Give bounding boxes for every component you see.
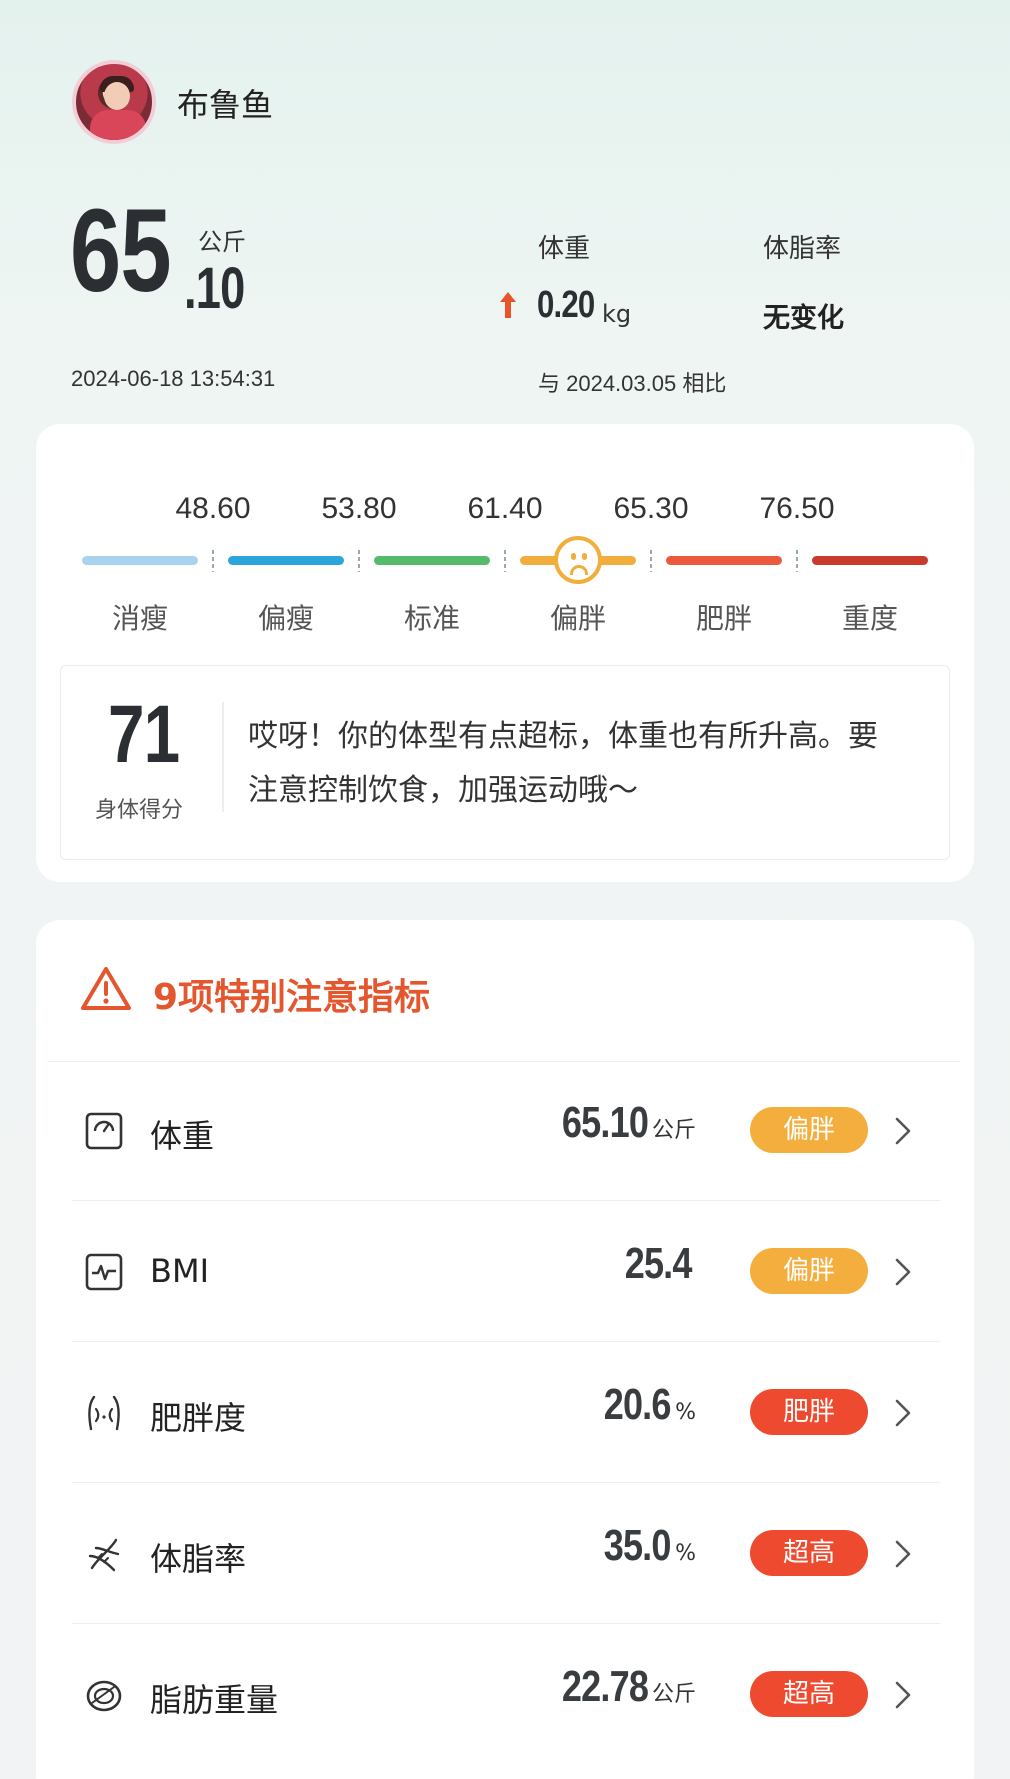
username: 布鲁鱼 <box>177 86 274 124</box>
sad-face-icon <box>554 536 602 584</box>
status-badge: 偏胖 <box>750 1107 868 1153</box>
compare-date: 与 2024.03.05 相比 <box>538 371 727 396</box>
scale-bar-obese <box>666 556 782 565</box>
weight-change-unit: kg <box>602 300 632 328</box>
scale-bar-lean <box>228 556 344 565</box>
avatar[interactable] <box>72 60 156 144</box>
body-score-value: 71 <box>108 689 180 780</box>
category-label: 消瘦 <box>111 602 168 635</box>
scale-divider <box>358 550 360 572</box>
category-label: 偏胖 <box>549 602 606 635</box>
indicator-value: 35.0 <box>604 1521 672 1570</box>
scale-icon <box>85 1112 123 1150</box>
warning-icon <box>81 967 131 1010</box>
indicator-row-bmi[interactable]: BMI 25.4 偏胖 <box>72 1202 940 1342</box>
measure-timestamp: 2024-06-18 13:54:31 <box>71 366 276 391</box>
indicator-value: 22.78 <box>561 1662 649 1711</box>
threshold-label: 65.30 <box>613 492 689 525</box>
scale-divider <box>650 550 652 572</box>
body-icon <box>88 1395 120 1431</box>
status-badge: 肥胖 <box>750 1389 868 1435</box>
chevron-right-icon <box>895 1540 911 1568</box>
indicator-value: 25.4 <box>625 1239 693 1288</box>
indicator-row-obesity[interactable]: 肥胖度 20.6 % 肥胖 <box>72 1343 940 1483</box>
scale-divider <box>212 550 214 572</box>
indicator-unit: 公斤 <box>651 1682 696 1707</box>
body-score-label: 身体得分 <box>95 798 184 823</box>
weight-decimal: .10 <box>184 256 245 321</box>
weight-integer: 65 <box>70 185 172 317</box>
indicator-value: 65.10 <box>561 1098 649 1147</box>
category-label: 肥胖 <box>695 602 752 635</box>
arrow-up-icon <box>500 292 516 318</box>
bodyfat-change-value: 无变化 <box>763 303 844 334</box>
scale-bar-severe <box>812 556 928 565</box>
fat-icon <box>86 1680 122 1712</box>
status-badge: 超高 <box>750 1671 868 1717</box>
weight-change-value: 0.20 <box>537 284 595 326</box>
status-badge: 偏胖 <box>750 1248 868 1294</box>
status-badge: 超高 <box>750 1530 868 1576</box>
attention-title: 9项特别注意指标 <box>153 977 431 1018</box>
scale-divider <box>504 550 506 572</box>
chevron-right-icon <box>895 1681 911 1709</box>
indicator-unit: % <box>675 1400 696 1425</box>
indicator-row-weight[interactable]: 体重 65.10 公斤 偏胖 <box>72 1061 940 1201</box>
indicator-name: 肥胖度 <box>150 1399 247 1437</box>
weight-change-label: 体重 <box>538 234 591 264</box>
chevron-right-icon <box>895 1117 911 1145</box>
indicator-name: BMI <box>150 1252 209 1290</box>
threshold-label: 48.60 <box>175 492 251 525</box>
dna-icon <box>88 1538 120 1572</box>
indicator-row-fatmass[interactable]: 脂肪重量 22.78 公斤 超高 <box>72 1625 940 1765</box>
scale-bar-normal <box>374 556 490 565</box>
score-message: 哎呀！你的体型有点超标，体重也有所升高。要注意控制饮食，加强运动哦～ <box>248 719 878 808</box>
indicator-name: 体脂率 <box>150 1540 247 1578</box>
category-label: 重度 <box>841 602 898 635</box>
score-divider <box>222 702 224 812</box>
scale-bar-underweight <box>82 556 198 565</box>
threshold-label: 76.50 <box>759 492 835 525</box>
bodyfat-change-label: 体脂率 <box>763 234 842 264</box>
scale-divider <box>796 550 798 572</box>
indicator-unit: % <box>675 1541 696 1566</box>
threshold-label: 53.80 <box>321 492 397 525</box>
category-label: 偏瘦 <box>257 602 314 635</box>
heartbeat-icon <box>85 1253 123 1291</box>
indicator-name: 体重 <box>150 1117 215 1155</box>
indicator-value: 20.6 <box>604 1380 672 1429</box>
indicator-unit: 公斤 <box>651 1118 696 1143</box>
indicator-name: 脂肪重量 <box>150 1681 279 1719</box>
threshold-label: 61.40 <box>467 492 543 525</box>
indicator-row-bodyfat[interactable]: 体脂率 35.0 % 超高 <box>72 1484 940 1624</box>
chevron-right-icon <box>895 1258 911 1286</box>
category-label: 标准 <box>403 602 460 635</box>
chevron-right-icon <box>895 1399 911 1427</box>
weight-unit: 公斤 <box>198 228 246 256</box>
